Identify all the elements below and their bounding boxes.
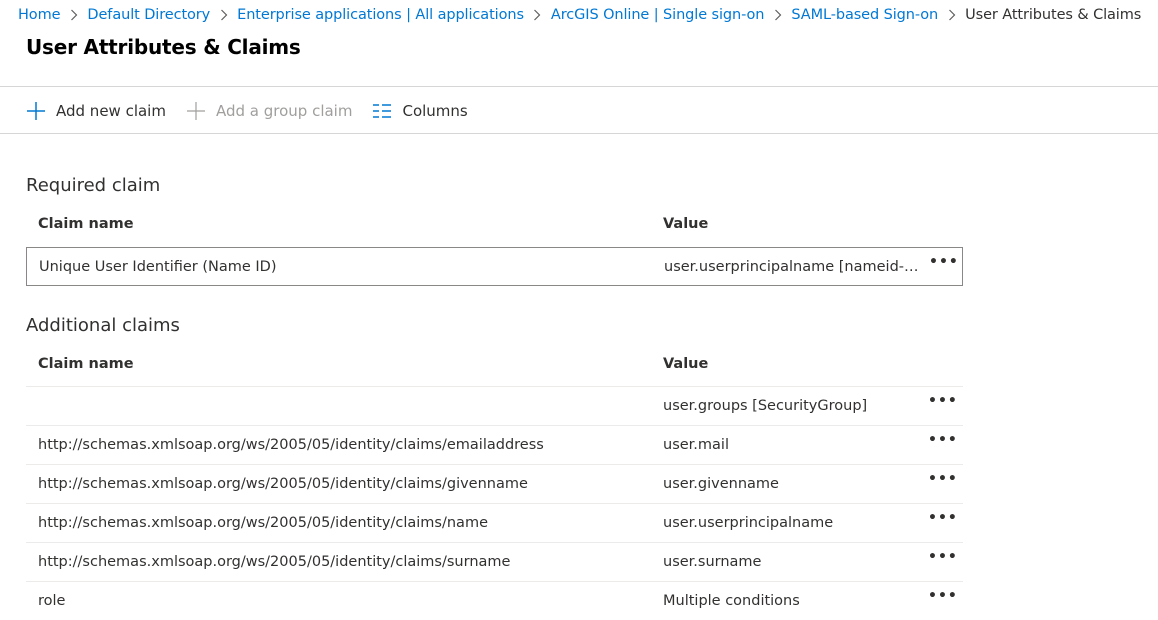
claim-value: user.userprincipalname	[663, 515, 834, 531]
claim-name: role	[38, 593, 66, 609]
chevron-right-icon	[60, 7, 87, 23]
more-options-icon[interactable]: •••	[928, 393, 957, 409]
plus-icon	[186, 101, 206, 121]
value-header[interactable]: Value	[663, 216, 918, 232]
table-header: Claim name Value	[26, 206, 963, 244]
toolbar-divider	[0, 133, 1158, 134]
required-claim-heading: Required claim	[26, 175, 161, 196]
command-bar: Add new claim Add a group claim Columns	[26, 98, 488, 124]
add-group-claim-button[interactable]: Add a group claim	[186, 101, 353, 121]
header-divider	[0, 86, 1158, 87]
claim-value: user.surname	[663, 554, 762, 570]
table-row[interactable]: http://schemas.xmlsoap.org/ws/2005/05/id…	[26, 464, 963, 503]
breadcrumb-arcgis-single-sign-on[interactable]: ArcGIS Online | Single sign-on	[551, 7, 765, 23]
breadcrumb-default-directory[interactable]: Default Directory	[87, 7, 210, 23]
table-row[interactable]: http://schemas.xmlsoap.org/ws/2005/05/id…	[26, 542, 963, 581]
page-title: User Attributes & Claims	[26, 35, 301, 59]
breadcrumb-saml-sign-on[interactable]: SAML-based Sign-on	[791, 7, 938, 23]
chevron-right-icon	[524, 7, 551, 23]
breadcrumb: Home Default Directory Enterprise applic…	[18, 4, 1141, 26]
claim-name: http://schemas.xmlsoap.org/ws/2005/05/id…	[38, 476, 528, 492]
breadcrumb-current: User Attributes & Claims	[965, 7, 1142, 23]
required-claim-table: Claim name Value Unique User Identifier …	[26, 206, 963, 286]
claim-value: user.userprincipalname [nameid-f...	[664, 258, 919, 275]
columns-button[interactable]: Columns	[372, 101, 468, 121]
additional-claims-table: Claim name Value user.groups [SecurityGr…	[26, 346, 963, 620]
claim-name: http://schemas.xmlsoap.org/ws/2005/05/id…	[38, 515, 488, 531]
columns-label: Columns	[402, 102, 468, 120]
claim-name-header[interactable]: Claim name	[38, 216, 638, 232]
add-new-claim-button[interactable]: Add new claim	[26, 101, 166, 121]
table-row[interactable]: Unique User Identifier (Name ID) user.us…	[26, 247, 963, 286]
plus-icon	[26, 101, 46, 121]
more-options-icon[interactable]: •••	[928, 588, 957, 604]
claim-value: Multiple conditions	[663, 593, 800, 609]
table-row[interactable]: http://schemas.xmlsoap.org/ws/2005/05/id…	[26, 503, 963, 542]
claim-value: user.mail	[663, 437, 729, 453]
chevron-right-icon	[210, 7, 237, 23]
claim-name: http://schemas.xmlsoap.org/ws/2005/05/id…	[38, 554, 511, 570]
claim-name-header[interactable]: Claim name	[38, 356, 638, 372]
breadcrumb-home[interactable]: Home	[18, 7, 61, 23]
more-options-icon[interactable]: •••	[928, 471, 957, 487]
add-group-claim-label: Add a group claim	[215, 102, 353, 120]
chevron-right-icon	[764, 7, 791, 23]
additional-claims-heading: Additional claims	[26, 315, 180, 336]
table-row[interactable]: user.groups [SecurityGroup] •••	[26, 386, 963, 425]
more-options-icon[interactable]: •••	[928, 432, 957, 448]
claim-value: user.givenname	[663, 476, 779, 492]
columns-icon	[372, 101, 392, 121]
claim-value: user.groups [SecurityGroup]	[663, 398, 868, 414]
table-header: Claim name Value	[26, 346, 963, 384]
table-row[interactable]: role Multiple conditions •••	[26, 581, 963, 620]
claim-name: http://schemas.xmlsoap.org/ws/2005/05/id…	[38, 437, 544, 453]
breadcrumb-enterprise-applications[interactable]: Enterprise applications | All applicatio…	[237, 7, 524, 23]
more-options-icon[interactable]: •••	[929, 254, 958, 270]
chevron-right-icon	[938, 7, 965, 23]
more-options-icon[interactable]: •••	[928, 510, 957, 526]
value-header[interactable]: Value	[663, 356, 918, 372]
more-options-icon[interactable]: •••	[928, 549, 957, 565]
claim-name: Unique User Identifier (Name ID)	[39, 258, 277, 275]
table-row[interactable]: http://schemas.xmlsoap.org/ws/2005/05/id…	[26, 425, 963, 464]
add-new-claim-label: Add new claim	[56, 102, 166, 120]
